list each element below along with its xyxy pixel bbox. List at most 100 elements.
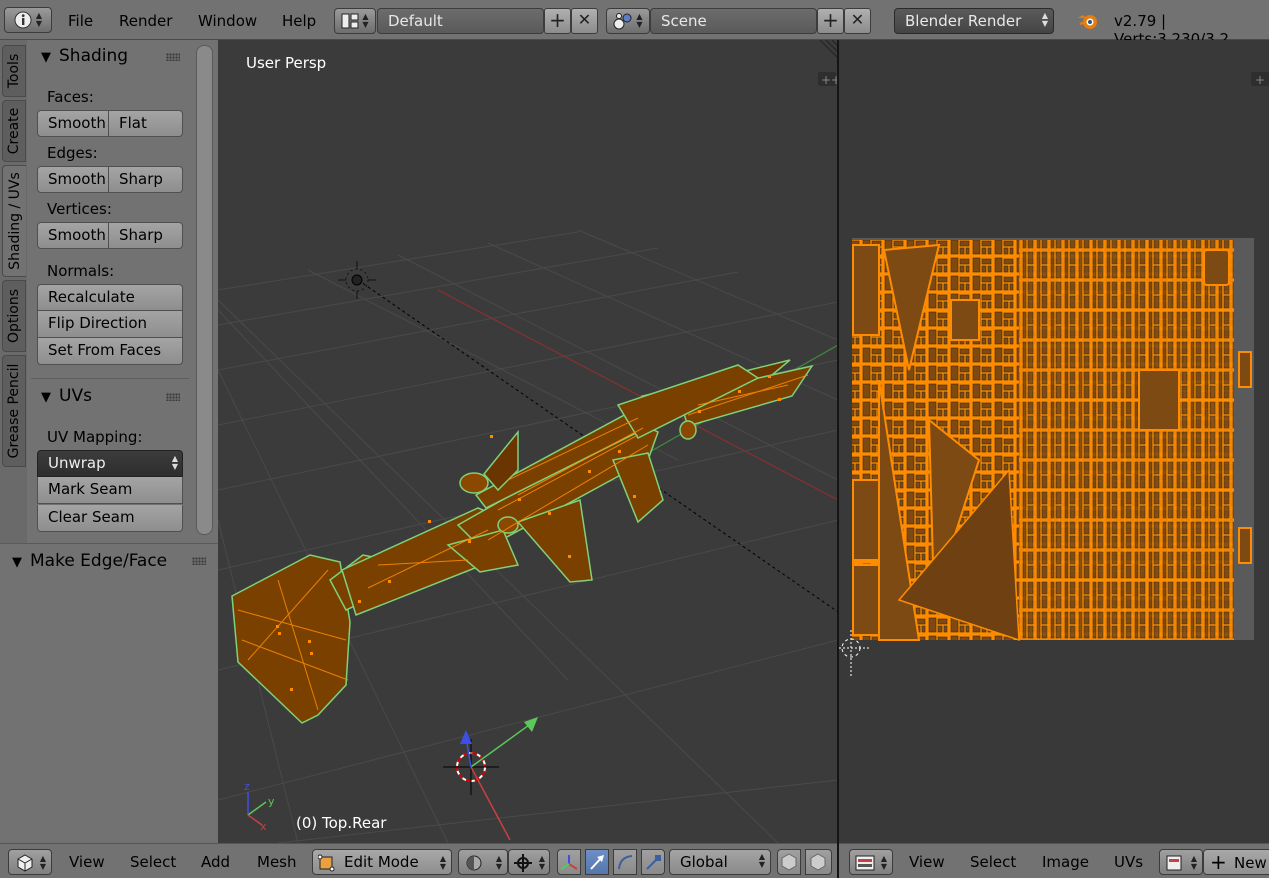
scene-icon-button[interactable]: ▲ ▼: [606, 8, 650, 34]
tab-shading-uvs[interactable]: Shading / UVs: [2, 165, 26, 277]
area-corner-icon[interactable]: [819, 40, 838, 59]
uv-image-editor[interactable]: +: [839, 40, 1269, 843]
faces-flat-button[interactable]: Flat: [109, 110, 183, 137]
mark-seam-button[interactable]: Mark Seam: [37, 477, 183, 504]
recalculate-normals-button[interactable]: Recalculate: [37, 284, 183, 311]
tool-shelf-scrollbar[interactable]: [196, 45, 213, 535]
mode-label: Edit Mode: [344, 853, 419, 871]
uv-editor-header: ▲ ▼ View Select Image UVs ▲ ▼ + New: [839, 843, 1269, 878]
collapse-triangle-icon: ▼: [41, 390, 51, 405]
viewport-editor-type-button[interactable]: ▲ ▼: [8, 849, 52, 875]
edges-smooth-button[interactable]: Smooth: [37, 166, 109, 193]
edges-sharp-button[interactable]: Sharp: [109, 166, 183, 193]
new-image-button[interactable]: + New: [1203, 849, 1269, 875]
edit-mode-icon: [318, 854, 335, 872]
scale-manipulator-button[interactable]: [641, 849, 665, 875]
expand-properties-icon[interactable]: +: [1251, 72, 1269, 87]
uv-menu-view[interactable]: View: [909, 853, 945, 871]
scale-icon: [646, 855, 661, 870]
vertices-smooth-button[interactable]: Smooth: [37, 222, 109, 249]
shading-panel-title: Shading: [59, 46, 129, 66]
menu-add[interactable]: Add: [201, 853, 230, 871]
viewport-header: ▲ ▼ View Select Add Mesh Edit Mode ▲ ▼ ▲ ▼ …: [0, 843, 837, 878]
orientation-dropdown[interactable]: Global ▲ ▼: [669, 849, 771, 875]
delete-scene-button[interactable]: ✕: [844, 8, 871, 34]
uv-canvas[interactable]: +: [839, 40, 1269, 843]
svg-text:+: +: [821, 73, 831, 87]
menu-render[interactable]: Render: [119, 12, 172, 30]
collapse-triangle-icon: ▼: [12, 555, 22, 570]
svg-text:x: x: [260, 820, 267, 833]
3d-viewport[interactable]: z y x + + User Persp (0) Top.Rear: [218, 40, 838, 843]
manipulator-toggle-button[interactable]: [557, 849, 581, 875]
scene-icon: [613, 13, 632, 30]
viewport-canvas[interactable]: z y x + +: [218, 40, 838, 843]
menu-mesh[interactable]: Mesh: [257, 853, 297, 871]
tab-shading-uvs-label: Shading / UVs: [6, 172, 23, 270]
uv-editor-type-button[interactable]: ▲ ▼: [849, 849, 893, 875]
drag-grip-icon[interactable]: [192, 557, 206, 565]
menu-file[interactable]: File: [68, 12, 93, 30]
vertices-sharp-button[interactable]: Sharp: [109, 222, 183, 249]
uv-menu-image[interactable]: Image: [1042, 853, 1089, 871]
mode-dropdown[interactable]: Edit Mode ▲ ▼: [312, 849, 452, 875]
screen-layout-icon-button[interactable]: ▲ ▼: [334, 8, 376, 34]
uv-islands[interactable]: [852, 240, 1252, 642]
tab-tools[interactable]: Tools: [2, 45, 26, 97]
drag-grip-icon[interactable]: [166, 393, 180, 401]
tab-create[interactable]: Create: [2, 100, 26, 162]
updown-icon: ▲ ▼: [880, 854, 887, 871]
make-edge-face-title: Make Edge/Face: [30, 551, 168, 571]
pivot-point-dropdown[interactable]: ▲ ▼: [508, 849, 550, 875]
updown-icon: ▲ ▼: [758, 852, 765, 869]
tool-shelf: ▼ Shading Faces: Smooth Flat Edges: Smoot…: [27, 40, 218, 543]
flip-direction-button[interactable]: Flip Direction: [37, 311, 183, 338]
add-scene-button[interactable]: +: [817, 8, 844, 34]
plus-icon: +: [549, 8, 566, 32]
add-layout-button[interactable]: +: [544, 8, 571, 34]
edges-label: Edges:: [47, 144, 98, 162]
unwrap-dropdown[interactable]: Unwrap ▲ ▼: [37, 450, 183, 477]
set-from-faces-button[interactable]: Set From Faces: [37, 338, 183, 365]
scene-field[interactable]: Scene: [650, 8, 817, 34]
menu-help[interactable]: Help: [282, 12, 316, 30]
lamp-icon[interactable]: [338, 261, 376, 299]
rotate-manipulator-button[interactable]: [613, 849, 637, 875]
browse-image-button[interactable]: ▲ ▼: [1159, 849, 1203, 875]
vertices-label: Vertices:: [47, 200, 112, 218]
faces-smooth-button[interactable]: Smooth: [37, 110, 109, 137]
updown-icon: ▲ ▼: [495, 854, 502, 871]
updown-icon: ▲ ▼: [538, 854, 545, 871]
menu-select[interactable]: Select: [130, 853, 176, 871]
tab-create-label: Create: [6, 107, 22, 155]
layer-button-1[interactable]: [777, 849, 801, 875]
uv-menu-uvs[interactable]: UVs: [1114, 853, 1143, 871]
uv-menu-select[interactable]: Select: [970, 853, 1016, 871]
translate-manipulator-button[interactable]: [585, 849, 609, 875]
clear-seam-button[interactable]: Clear Seam: [37, 505, 183, 532]
solid-shading-icon: [466, 855, 482, 871]
tab-options-label: Options: [6, 288, 22, 344]
cube-outline-icon: [781, 853, 797, 871]
viewport-shading-dropdown[interactable]: ▲ ▼: [458, 849, 508, 875]
arrow-icon: [590, 855, 604, 870]
render-engine-label: Blender Render: [905, 12, 1022, 30]
layer-button-2[interactable]: [805, 849, 832, 875]
tab-grease-pencil[interactable]: Grease Pencil: [2, 355, 26, 467]
shading-panel-header[interactable]: ▼ Shading: [41, 46, 128, 66]
tool-shelf-tabs: Tools Create Shading / UVs Options Greas…: [0, 40, 27, 543]
svg-text:z: z: [244, 780, 250, 793]
info-editor-type-button[interactable]: ▲ ▼: [4, 7, 52, 33]
drag-grip-icon[interactable]: [166, 53, 180, 61]
make-edge-face-header[interactable]: ▼ Make Edge/Face: [12, 551, 167, 571]
screen-layout-field[interactable]: Default: [377, 8, 544, 34]
expand-properties-icon[interactable]: + +: [818, 72, 838, 87]
uvs-panel-header[interactable]: ▼ UVs: [41, 386, 92, 406]
collapse-triangle-icon: ▼: [41, 50, 51, 65]
menu-view[interactable]: View: [69, 853, 105, 871]
delete-layout-button[interactable]: ✕: [571, 8, 598, 34]
tab-options[interactable]: Options: [2, 280, 26, 352]
image-browse-icon: [1166, 855, 1182, 871]
menu-window[interactable]: Window: [198, 12, 257, 30]
render-engine-dropdown[interactable]: Blender Render ▲ ▼: [894, 8, 1054, 34]
